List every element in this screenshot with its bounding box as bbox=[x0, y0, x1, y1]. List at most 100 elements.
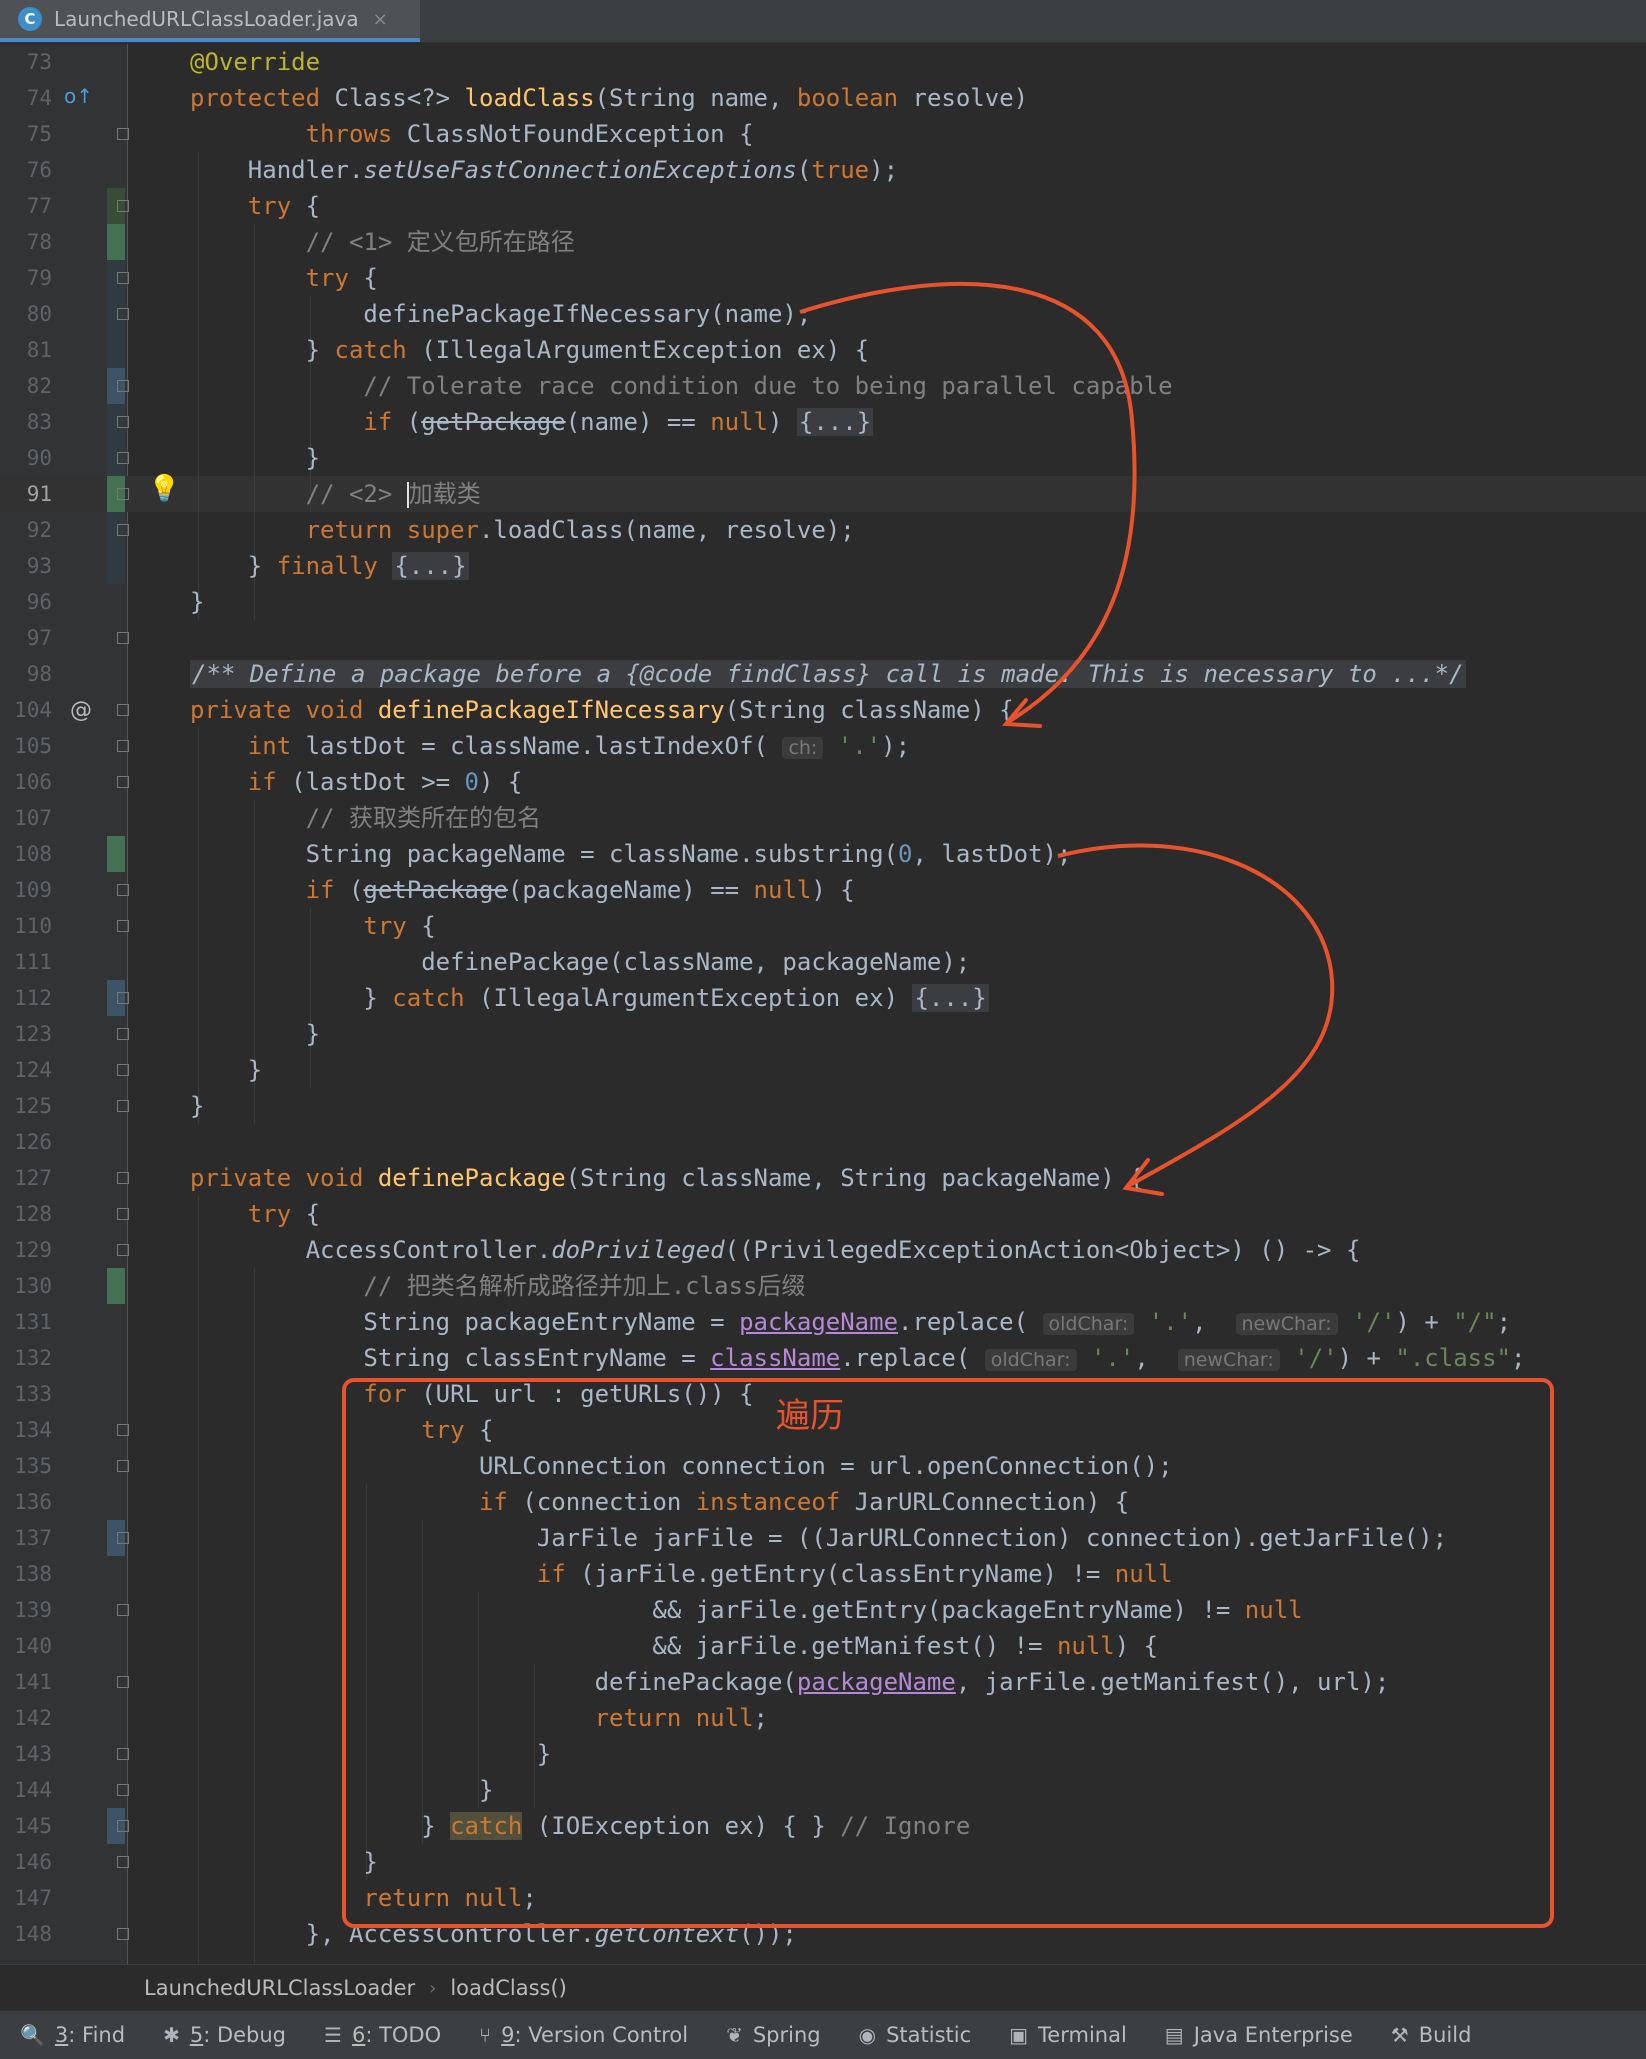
code-text: } bbox=[190, 1740, 552, 1768]
code-line-130[interactable]: 130 // 把类名解析成路径并加上.class后缀 bbox=[0, 1268, 1646, 1304]
line-number: 91 bbox=[26, 482, 52, 506]
code-line-80[interactable]: 80 definePackageIfNecessary(name); bbox=[0, 296, 1646, 332]
code-line-126[interactable]: 126 bbox=[0, 1124, 1646, 1160]
code-text: } bbox=[190, 1776, 494, 1804]
code-line-143[interactable]: 143 } bbox=[0, 1736, 1646, 1772]
code-text: if (lastDot >= 0) { bbox=[247, 768, 523, 796]
code-text: } catch (IllegalArgumentException ex) { bbox=[190, 336, 870, 364]
breadcrumb-method[interactable]: loadClass() bbox=[450, 1976, 567, 2000]
code-line-74[interactable]: 74 protected Class<?> loadClass(String na… bbox=[0, 80, 1646, 116]
line-number: 98 bbox=[26, 662, 52, 686]
line-number: 92 bbox=[26, 518, 52, 542]
code-line-93[interactable]: 93 } finally {...} bbox=[0, 548, 1646, 584]
code-line-106[interactable]: 106 if (lastDot >= 0) { bbox=[0, 764, 1646, 800]
tool-todo[interactable]: ☰ 6: TODO bbox=[324, 2023, 441, 2047]
code-line-81[interactable]: 81 } catch (IllegalArgumentException ex)… bbox=[0, 332, 1646, 368]
code-line-124[interactable]: 124 } bbox=[0, 1052, 1646, 1088]
code-line-142[interactable]: 142 return null; bbox=[0, 1700, 1646, 1736]
code-text: if (getPackage(name) == null) {...} bbox=[363, 408, 874, 436]
code-line-147[interactable]: 147 return null; bbox=[0, 1880, 1646, 1916]
code-line-105[interactable]: 105 int lastDot = className.lastIndexOf(… bbox=[0, 728, 1646, 764]
code-line-82[interactable]: 82 // Tolerate race condition due to bei… bbox=[0, 368, 1646, 404]
tool-spring[interactable]: ❦ Spring bbox=[726, 2023, 821, 2047]
code-text: // 获取类所在的包名 bbox=[305, 804, 541, 832]
code-line-136[interactable]: 136 if (connection instanceof JarURLConn… bbox=[0, 1484, 1646, 1520]
find-icon: 🔍 bbox=[20, 2023, 45, 2047]
code-line-109[interactable]: 109 if (getPackage(packageName) == null)… bbox=[0, 872, 1646, 908]
code-line-135[interactable]: 135 URLConnection connection = url.openC… bbox=[0, 1448, 1646, 1484]
code-line-97[interactable]: 97 bbox=[0, 620, 1646, 656]
code-line-98[interactable]: 98 /** Define a package before a {@code f… bbox=[0, 656, 1646, 692]
close-icon[interactable]: × bbox=[373, 9, 388, 30]
code-line-111[interactable]: 111 definePackage(className, packageName… bbox=[0, 944, 1646, 980]
line-number: 80 bbox=[26, 302, 52, 326]
version-control-icon: ⑂ bbox=[479, 2023, 492, 2047]
code-line-127[interactable]: 127 private void definePackage(String cla… bbox=[0, 1160, 1646, 1196]
code-text: @Override bbox=[190, 48, 321, 76]
tool-find[interactable]: 🔍 3: Find bbox=[20, 2023, 125, 2047]
code-text: if (jarFile.getEntry(classEntryName) != … bbox=[536, 1560, 1173, 1588]
code-line-104[interactable]: 104 private void definePackageIfNecessary… bbox=[0, 692, 1646, 728]
code-line-132[interactable]: 132 String classEntryName = className.re… bbox=[0, 1340, 1646, 1376]
code-line-138[interactable]: 138 if (jarFile.getEntry(classEntryName)… bbox=[0, 1556, 1646, 1592]
code-line-108[interactable]: 108 String packageName = className.subst… bbox=[0, 836, 1646, 872]
code-line-83[interactable]: 83 if (getPackage(name) == null) {...} bbox=[0, 404, 1646, 440]
line-number: 104 bbox=[14, 698, 52, 722]
code-line-137[interactable]: 137 JarFile jarFile = ((JarURLConnection… bbox=[0, 1520, 1646, 1556]
line-number: 139 bbox=[14, 1598, 52, 1622]
code-line-90[interactable]: 90 } bbox=[0, 440, 1646, 476]
line-number: 148 bbox=[14, 1922, 52, 1946]
code-text: return null; bbox=[594, 1704, 768, 1732]
code-text: URLConnection connection = url.openConne… bbox=[190, 1452, 1173, 1480]
code-line-146[interactable]: 146 } bbox=[0, 1844, 1646, 1880]
tool-label: Spring bbox=[752, 2023, 821, 2047]
code-line-75[interactable]: 75 throws ClassNotFoundException { bbox=[0, 116, 1646, 152]
line-number: 136 bbox=[14, 1490, 52, 1514]
code-line-125[interactable]: 125} bbox=[0, 1088, 1646, 1124]
tool-label: Java Enterprise bbox=[1193, 2023, 1353, 2047]
code-line-145[interactable]: 145 } catch (IOException ex) { } // Igno… bbox=[0, 1808, 1646, 1844]
line-number: 77 bbox=[26, 194, 52, 218]
code-line-96[interactable]: 96} bbox=[0, 584, 1646, 620]
tool-terminal[interactable]: ▣ Terminal bbox=[1009, 2023, 1127, 2047]
code-line-144[interactable]: 144 } bbox=[0, 1772, 1646, 1808]
code-line-129[interactable]: 129 AccessController.doPrivileged((Privi… bbox=[0, 1232, 1646, 1268]
tool-version-control[interactable]: ⑂ 9: Version Control bbox=[479, 2023, 688, 2047]
code-line-131[interactable]: 131 String packageEntryName = packageNam… bbox=[0, 1304, 1646, 1340]
spring-icon: ❦ bbox=[726, 2023, 743, 2047]
line-number: 112 bbox=[14, 986, 52, 1010]
tool-debug[interactable]: ✱ 5: Debug bbox=[163, 2023, 286, 2047]
line-number: 83 bbox=[26, 410, 52, 434]
code-line-77[interactable]: 77 try { bbox=[0, 188, 1646, 224]
line-number: 74 bbox=[26, 86, 52, 110]
tab-launched-url-class-loader[interactable]: C LaunchedURLClassLoader.java × bbox=[0, 0, 420, 42]
code-line-110[interactable]: 110 try { bbox=[0, 908, 1646, 944]
tool-java-enterprise[interactable]: ▤ Java Enterprise bbox=[1165, 2023, 1353, 2047]
code-line-128[interactable]: 128 try { bbox=[0, 1196, 1646, 1232]
breadcrumb-class[interactable]: LaunchedURLClassLoader bbox=[144, 1976, 415, 2000]
code-text: // Tolerate race condition due to being … bbox=[363, 372, 1173, 400]
code-line-139[interactable]: 139 && jarFile.getEntry(packageEntryName… bbox=[0, 1592, 1646, 1628]
code-line-79[interactable]: 79 try { bbox=[0, 260, 1646, 296]
code-line-141[interactable]: 141 definePackage(packageName, jarFile.g… bbox=[0, 1664, 1646, 1700]
code-line-78[interactable]: 78 // <1> 定义包所在路径 bbox=[0, 224, 1646, 260]
tool-build[interactable]: ⚒ Build bbox=[1391, 2023, 1472, 2047]
code-line-107[interactable]: 107 // 获取类所在的包名 bbox=[0, 800, 1646, 836]
code-text: protected Class<?> loadClass(String name… bbox=[190, 84, 1029, 112]
code-line-76[interactable]: 76 Handler.setUseFastConnectionException… bbox=[0, 152, 1646, 188]
code-line-140[interactable]: 140 && jarFile.getManifest() != null) { bbox=[0, 1628, 1646, 1664]
line-number: 123 bbox=[14, 1022, 52, 1046]
code-line-112[interactable]: 112 } catch (IllegalArgumentException ex… bbox=[0, 980, 1646, 1016]
line-number: 134 bbox=[14, 1418, 52, 1442]
line-number: 106 bbox=[14, 770, 52, 794]
code-editor[interactable]: o↑ @ 💡 73 @Override 74 protected Class<?> l… bbox=[0, 44, 1646, 1964]
code-line-148[interactable]: 148 }, AccessController.getContext()); bbox=[0, 1916, 1646, 1952]
code-line-123[interactable]: 123 } bbox=[0, 1016, 1646, 1052]
statistic-icon: ◉ bbox=[858, 2023, 877, 2047]
code-line-91[interactable]: 91 // <2> 加载类 bbox=[0, 476, 1646, 512]
code-line-73[interactable]: 73 @Override bbox=[0, 44, 1646, 80]
tool-statistic[interactable]: ◉ Statistic bbox=[859, 2023, 972, 2047]
code-line-92[interactable]: 92 return super.loadClass(name, resolve)… bbox=[0, 512, 1646, 548]
code-text: throws ClassNotFoundException { bbox=[305, 120, 754, 148]
line-number: 93 bbox=[26, 554, 52, 578]
